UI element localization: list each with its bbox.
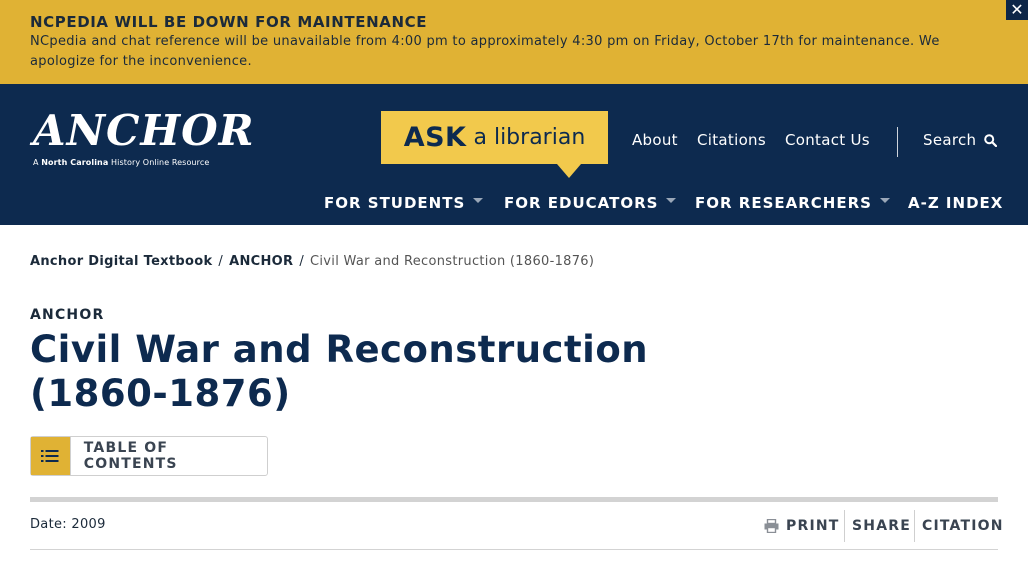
maintenance-alert: NCPEDIA WILL BE DOWN FOR MAINTENANCE NCp… [0,0,1028,84]
chevron-down-icon [473,197,484,203]
citation-label: CITATION [922,518,1004,534]
logo-wordmark: ANCHOR [33,106,255,155]
header-divider [897,127,898,157]
nav-label: FOR EDUCATORS [504,194,659,212]
page-title: Civil War and Reconstruction (1860-1876) [30,328,649,415]
tool-divider [914,510,915,542]
nav-a-z-index[interactable]: A-Z INDEX [908,194,1003,212]
section-divider [30,497,998,502]
citations-link[interactable]: Citations [697,131,766,149]
breadcrumb-current: Civil War and Reconstruction (1860-1876) [310,254,595,269]
nav-for-researchers[interactable]: FOR RESEARCHERS [695,194,890,212]
breadcrumb-separator: / [218,254,224,269]
ask-sublabel: a librarian [473,125,586,150]
page-eyebrow: ANCHOR [30,307,105,323]
publish-date: Date: 2009 [30,517,106,532]
search-icon [984,133,998,147]
toc-label: TABLE OF CONTENTS [83,440,178,472]
ask-a-librarian-button[interactable]: ASK a librarian [381,111,608,164]
nav-label: A-Z INDEX [908,194,1004,212]
alert-body: NCpedia and chat reference will be unava… [30,34,940,69]
nav-label: FOR RESEARCHERS [695,194,872,212]
share-button[interactable]: SHARE [852,518,911,534]
print-button[interactable]: PRINT [764,518,840,534]
table-of-contents-button[interactable]: TABLE OF CONTENTS [30,436,268,476]
ask-label: ASK [403,122,467,153]
printer-icon [764,519,779,533]
nav-label: FOR STUDENTS [324,194,466,212]
meta-divider [30,549,998,550]
breadcrumb-separator: / [299,254,305,269]
chevron-down-icon [879,197,890,203]
chevron-down-icon [666,197,677,203]
about-link[interactable]: About [632,131,678,149]
breadcrumb: Anchor Digital Textbook / ANCHOR / Civil… [30,254,594,269]
nav-for-students[interactable]: FOR STUDENTS [324,194,484,212]
close-icon[interactable]: ✕ [1006,0,1028,20]
nav-for-educators[interactable]: FOR EDUCATORS [504,194,677,212]
search-label: Search [923,131,977,149]
search-button[interactable]: Search [923,131,998,149]
site-header: ANCHOR A North Carolina History Online R… [0,84,1028,225]
print-label: PRINT [786,518,840,534]
tool-divider [844,510,845,542]
anchor-logo[interactable]: ANCHOR A North Carolina History Online R… [33,106,255,170]
share-label: SHARE [852,518,911,534]
logo-subtitle: A North Carolina History Online Resource [33,158,210,167]
ask-bubble-tail [557,164,581,178]
breadcrumb-link[interactable]: ANCHOR [229,254,293,269]
contact-us-link[interactable]: Contact Us [785,131,870,149]
citation-button[interactable]: CITATION [922,518,1004,534]
breadcrumb-link[interactable]: Anchor Digital Textbook [30,254,212,269]
alert-title: NCPEDIA WILL BE DOWN FOR MAINTENANCE [30,13,428,31]
list-icon [31,437,71,475]
